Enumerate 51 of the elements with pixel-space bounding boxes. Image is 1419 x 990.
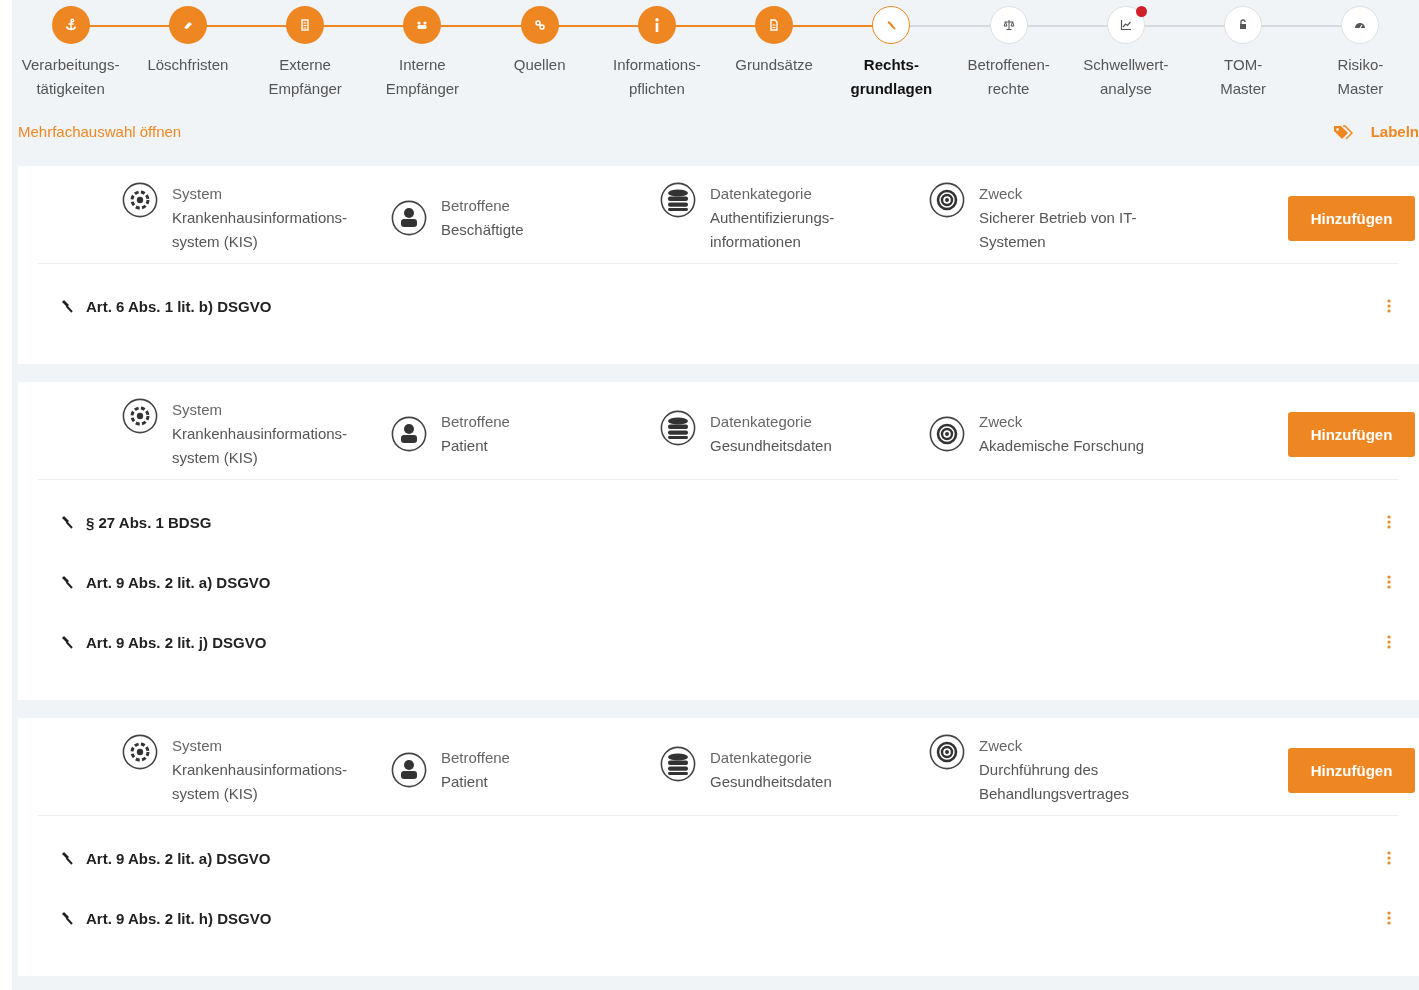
system-icon: [122, 734, 158, 770]
person-icon: [391, 416, 427, 452]
facet-text: Zweck Durchführung des Behandlungsvertrages: [979, 736, 1130, 804]
legal-basis: Art. 6 Abs. 1 lit. b) DSGVO: [86, 297, 272, 315]
facet-text: Zweck Akademische Forschung: [979, 412, 1145, 456]
target-icon: [929, 734, 965, 770]
kebab-menu-icon[interactable]: [1387, 911, 1391, 925]
step-label[interactable]: Verarbeitungs- tätigkeiten: [21, 53, 120, 101]
step-label[interactable]: Rechts- grundlagen: [850, 53, 933, 101]
facet-text: Datenkategorie Gesundheitsdaten: [710, 748, 832, 792]
facet-text: Betroffene Patient: [441, 748, 510, 792]
kebab-menu-icon[interactable]: [1387, 575, 1391, 589]
facet-text: Betroffene Beschäftigte: [441, 196, 524, 240]
facet-text: Datenkategorie Gesundheitsdaten: [710, 412, 832, 456]
kebab-menu-icon[interactable]: [1387, 515, 1391, 529]
system-icon: [122, 398, 158, 434]
facet-text: Datenkategorie Authentifizierungs- informationen: [710, 184, 835, 252]
legal-basis: Art. 9 Abs. 2 lit. a) DSGVO: [86, 573, 271, 591]
step-label[interactable]: Schwellwert- analyse: [1083, 53, 1169, 101]
scale-icon: [1000, 17, 1017, 33]
database-icon: [660, 410, 696, 446]
step-label[interactable]: Interne Empfänger: [385, 53, 460, 101]
facet-text: System Krankenhausinformations- system (KIS): [172, 184, 348, 252]
step-label[interactable]: Quellen: [513, 53, 566, 77]
system-icon: [122, 182, 158, 218]
step-label[interactable]: Grundsätze: [735, 53, 813, 77]
database-icon: [660, 746, 696, 782]
facet-text: Betroffene Patient: [441, 412, 510, 456]
step-label[interactable]: Betroffenen- rechte: [967, 53, 1050, 101]
step-label[interactable]: Risiko- Master: [1337, 53, 1384, 101]
facet-text: System Krankenhausinformations- system (KIS): [172, 736, 348, 804]
legal-basis: § 27 Abs. 1 BDSG: [86, 513, 212, 531]
legal-basis: Art. 9 Abs. 2 lit. j) DSGVO: [86, 633, 267, 651]
info-icon: [653, 18, 660, 32]
person-icon: [391, 200, 427, 236]
database-icon: [660, 182, 696, 218]
kebab-menu-icon[interactable]: [1387, 299, 1391, 313]
step-label[interactable]: Informations- pflichten: [613, 53, 701, 101]
facet-text: System Krankenhausinformations- system (KIS): [172, 400, 348, 468]
kebab-menu-icon[interactable]: [1387, 635, 1391, 649]
facet-text: Zweck Sicherer Betrieb von IT- Systemen: [979, 184, 1137, 252]
legal-basis: Art. 9 Abs. 2 lit. a) DSGVO: [86, 849, 271, 867]
legal-basis: Art. 9 Abs. 2 lit. h) DSGVO: [86, 909, 272, 927]
target-icon: [929, 416, 965, 452]
kebab-menu-icon[interactable]: [1387, 851, 1391, 865]
step-label[interactable]: Externe Empfänger: [268, 53, 342, 101]
tags-icon: [1332, 123, 1353, 140]
step-label[interactable]: Löschfristen: [147, 53, 229, 77]
target-icon: [929, 182, 965, 218]
step-label[interactable]: TOM- Master: [1220, 53, 1267, 101]
person-icon: [391, 752, 427, 788]
